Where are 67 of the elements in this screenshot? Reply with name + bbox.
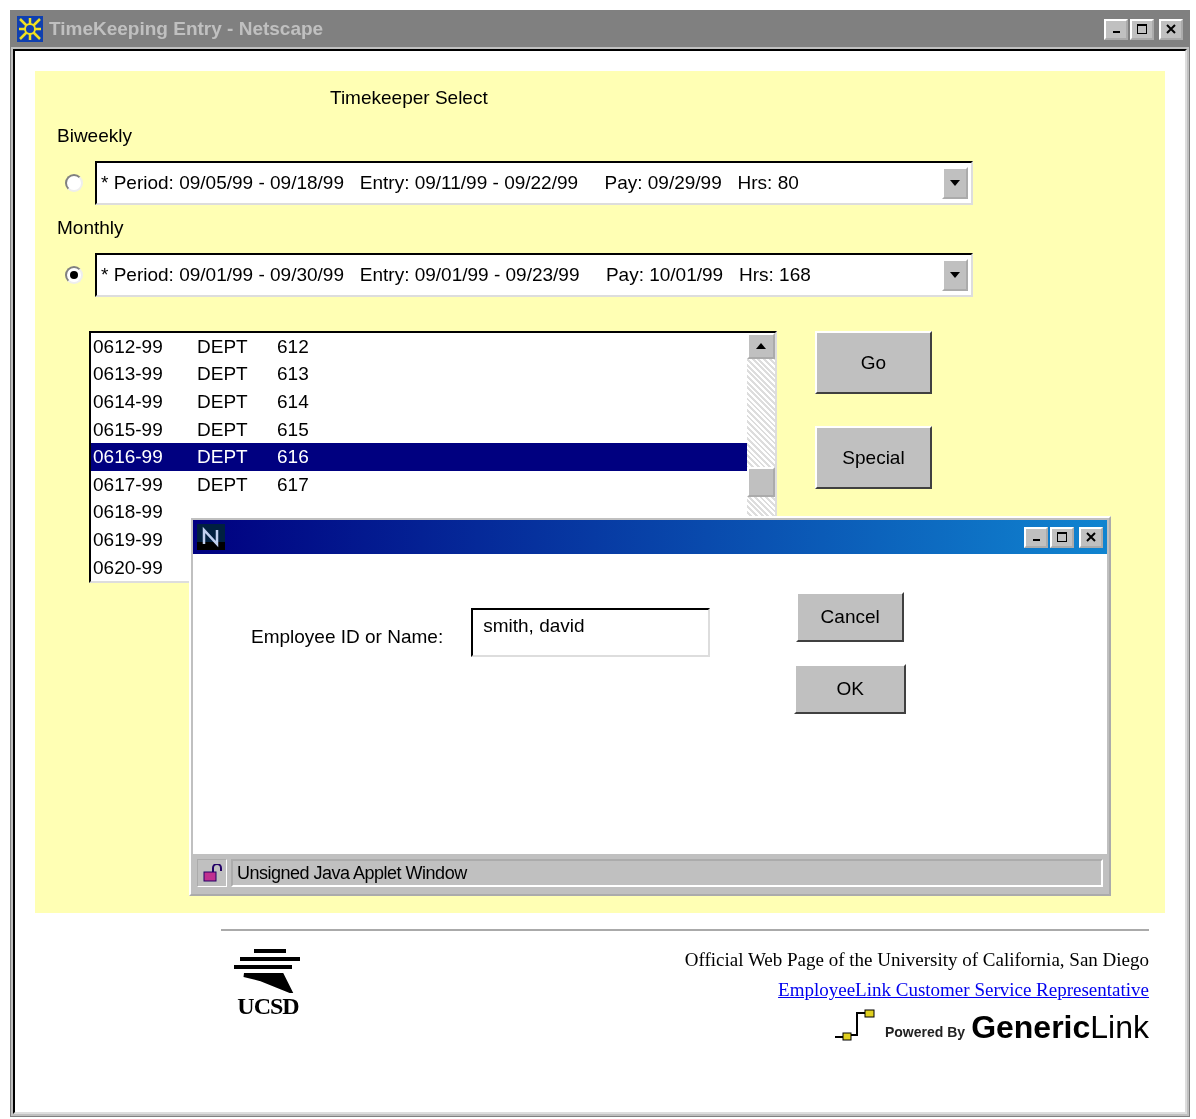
minimize-button[interactable] <box>1104 18 1128 40</box>
department-row[interactable]: 0613-99 DEPT 613 <box>91 360 747 389</box>
maximize-button[interactable] <box>1130 18 1154 40</box>
maximize-icon <box>1057 532 1067 542</box>
department-label: DEPT <box>197 391 249 413</box>
close-icon <box>1166 24 1176 34</box>
department-code: 0618-99 <box>93 501 164 524</box>
department-code: 0614-99 <box>93 391 164 413</box>
department-label: DEPT <box>197 418 249 441</box>
maximize-icon <box>1137 24 1147 34</box>
employee-input[interactable]: smith, david <box>471 608 711 657</box>
radio-button[interactable] <box>65 266 83 284</box>
close-button[interactable] <box>1079 526 1103 548</box>
department-code: 0612-99 <box>93 335 164 358</box>
minimize-button[interactable] <box>1024 526 1048 548</box>
department-number: 617 <box>277 473 309 496</box>
netscape-icon <box>197 524 225 550</box>
form-heading: Timekeeper Select <box>330 87 488 109</box>
department-label: DEPT <box>197 335 249 358</box>
dialog-button[interactable]: Cancel <box>796 592 905 642</box>
department-code: 0613-99 <box>93 363 164 386</box>
action-button[interactable]: Go <box>815 331 932 394</box>
period-dropdown[interactable]: * Period: 09/01/99 - 09/30/99 Entry: 09/01/99 - 09/23/99 Pay: 10/01/99 Hrs: 168 <box>95 253 973 297</box>
department-row[interactable]: 0614-99 DEPT 614 <box>91 388 747 416</box>
scrollbar-thumb[interactable] <box>747 467 775 497</box>
department-number: 615 <box>277 418 309 441</box>
dialog-button[interactable]: OK <box>794 664 907 714</box>
dropdown-caret-icon[interactable] <box>942 167 968 199</box>
department-code: 0620-99 <box>93 556 164 579</box>
minimize-icon <box>1032 539 1040 541</box>
department-code: 0617-99 <box>93 473 164 496</box>
period-label: Monthly <box>57 217 125 239</box>
official-text: Official Web Page of the University of California, San Diego <box>684 949 1149 971</box>
department-row[interactable]: 0617-99 DEPT 617 <box>91 470 747 499</box>
logo-text: UCSD <box>237 993 299 1020</box>
field-label: Employee ID or Name: <box>251 626 444 649</box>
close-button[interactable] <box>1159 18 1183 40</box>
status-text: Unsigned Java Applet Window <box>231 859 1103 887</box>
netscape-icon <box>17 16 43 42</box>
department-label: DEPT <box>197 473 249 496</box>
period-dropdown[interactable]: * Period: 09/05/99 - 09/18/99 Entry: 09/11/99 - 09/22/99 Pay: 09/29/99 Hrs: 80 <box>95 161 973 205</box>
up-arrow-icon <box>756 343 766 349</box>
department-label: DEPT <box>197 363 249 386</box>
department-row[interactable]: 0615-99 DEPT 615 <box>91 415 747 444</box>
department-row[interactable]: 0612-99 DEPT 612 <box>91 333 747 361</box>
radio-button[interactable] <box>65 174 83 192</box>
action-button[interactable]: Special <box>815 426 932 489</box>
close-icon <box>1086 532 1096 542</box>
department-code: 0616-99 <box>93 446 164 469</box>
department-number: 614 <box>277 391 309 413</box>
department-code: 0619-99 <box>93 528 164 551</box>
window-title: TimeKeeping Entry - Netscape <box>49 18 324 40</box>
lock-icon <box>197 859 227 887</box>
powered-text: Powered By <box>885 1024 966 1040</box>
department-number: 612 <box>277 335 309 358</box>
maximize-button[interactable] <box>1050 526 1074 548</box>
period-label: Biweekly <box>57 125 133 147</box>
minimize-icon <box>1112 31 1120 33</box>
representative-link[interactable]: EmployeeLink Customer Service Representative <box>778 979 1149 1001</box>
scroll-up-button[interactable] <box>747 333 775 359</box>
department-number: 616 <box>277 446 309 469</box>
department-label: DEPT <box>197 446 249 469</box>
department-row[interactable]: 0616-99 DEPT 616 <box>91 443 747 471</box>
department-code: 0615-99 <box>93 418 164 441</box>
department-number: 613 <box>277 363 309 386</box>
brand-text: GenericLink <box>971 1011 1149 1043</box>
dropdown-caret-icon[interactable] <box>942 259 968 291</box>
